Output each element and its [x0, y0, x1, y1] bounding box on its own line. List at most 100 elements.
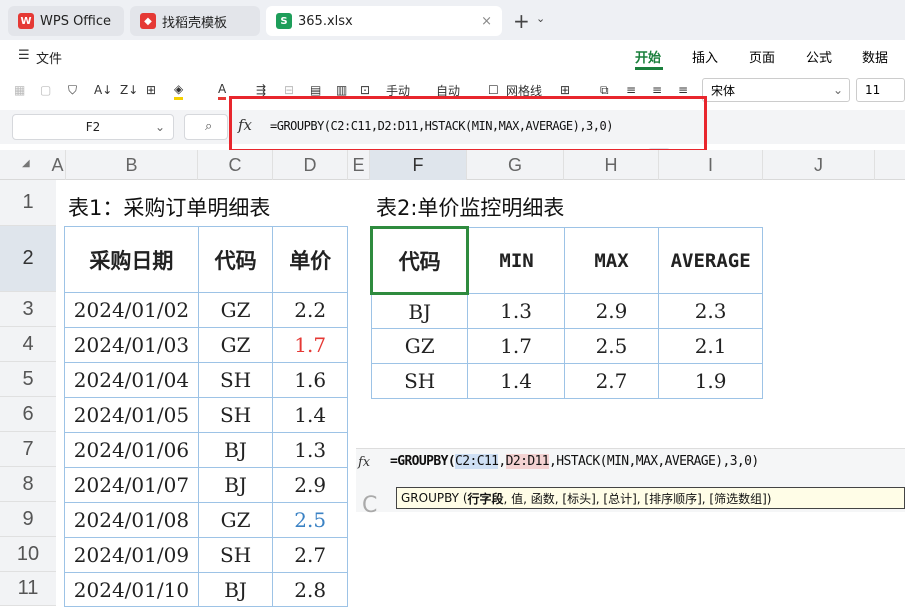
col-header-G[interactable]: G — [467, 150, 564, 180]
table-cell[interactable]: SH — [370, 363, 469, 399]
table2-header-min[interactable]: MIN — [467, 227, 565, 294]
col-header-C[interactable]: C — [198, 150, 273, 180]
spreadsheet-icon: S — [276, 13, 292, 29]
formula-sep: , — [498, 454, 506, 469]
sort-asc-icon[interactable]: A↓ — [94, 80, 112, 100]
row-header-11[interactable]: 11 — [0, 572, 56, 606]
table-cell[interactable]: 2024/01/06 — [64, 432, 199, 468]
select-all-icon[interactable]: ◢ — [22, 158, 30, 169]
formula-input[interactable]: =GROUPBY(C2:C11,D2:D11,HSTACK(MIN,MAX,AV… — [270, 119, 613, 133]
table-cell[interactable]: GZ — [197, 327, 274, 363]
table-cell[interactable]: BJ — [370, 293, 469, 329]
font-color-icon[interactable]: A — [218, 80, 227, 100]
table-cell[interactable]: 1.4 — [272, 397, 348, 433]
table-cell[interactable]: GZ — [197, 292, 274, 328]
format-icon[interactable]: ▦ — [14, 80, 25, 100]
table-cell[interactable]: SH — [197, 537, 274, 573]
name-box[interactable]: F2 ⌄ — [12, 114, 174, 140]
ribbon-top: ☰ 文件 开始 插入 页面 公式 数据 — [0, 40, 905, 72]
tab-wps-office[interactable]: W WPS Office — [8, 6, 124, 36]
table2-header-max[interactable]: MAX — [563, 227, 660, 294]
row-header-5[interactable]: 5 — [0, 362, 56, 397]
table-cell[interactable]: SH — [197, 362, 274, 398]
tooltip-rest: , 值, 函数, [标头], [总计], [排序顺序], [筛选数组]) — [503, 491, 772, 506]
table-cell[interactable]: 1.6 — [272, 362, 348, 398]
file-menu[interactable]: 文件 — [36, 48, 62, 67]
table-cell[interactable]: BJ — [197, 467, 274, 503]
table-cell[interactable]: 2024/01/03 — [64, 327, 199, 363]
menu-icon[interactable]: ☰ — [18, 48, 30, 63]
tab-templates[interactable]: ◆ 找稻壳模板 — [130, 6, 260, 36]
col-header-H[interactable]: H — [564, 150, 659, 180]
ribbon-tab-formula[interactable]: 公式 — [806, 47, 832, 66]
table-cell[interactable]: 1.3 — [272, 432, 348, 468]
row-header-9[interactable]: 9 — [0, 502, 56, 537]
table1-header-date[interactable]: 采购日期 — [64, 226, 199, 293]
clear-icon[interactable]: ▢ — [40, 80, 51, 100]
table-cell[interactable]: 2.1 — [658, 328, 763, 364]
table-cell[interactable]: 2024/01/08 — [64, 502, 199, 538]
table-cell[interactable]: 2.5 — [563, 328, 660, 364]
col-header-J[interactable]: J — [763, 150, 875, 180]
ribbon-tab-page[interactable]: 页面 — [749, 47, 775, 66]
col-header-E[interactable]: E — [348, 150, 370, 180]
font-size-select[interactable]: 11 — [856, 78, 905, 102]
row-header-2[interactable]: 2 — [0, 226, 56, 292]
table-cell[interactable]: 2024/01/04 — [64, 362, 199, 398]
row-header-3[interactable]: 3 — [0, 292, 56, 327]
table-cell[interactable]: BJ — [197, 432, 274, 468]
fx-icon[interactable]: fx — [238, 116, 252, 134]
row-header-1[interactable]: 1 — [0, 180, 56, 226]
table-cell[interactable]: 2024/01/05 — [64, 397, 199, 433]
table-cell[interactable]: 2.5 — [272, 502, 348, 538]
table-cell[interactable]: 2024/01/07 — [64, 467, 199, 503]
table-cell[interactable]: 2.7 — [272, 537, 348, 573]
table-cell[interactable]: 2.8 — [272, 572, 348, 607]
row-header-7[interactable]: 7 — [0, 432, 56, 467]
row-header-10[interactable]: 10 — [0, 537, 56, 572]
table-cell[interactable]: 2024/01/09 — [64, 537, 199, 573]
table-cell[interactable]: 1.9 — [658, 363, 763, 399]
border-icon[interactable]: ⊞ — [146, 80, 156, 100]
table1-header-price[interactable]: 单价 — [272, 226, 348, 293]
table2-header-average[interactable]: AVERAGE — [658, 227, 763, 294]
row-header-4[interactable]: 4 — [0, 327, 56, 362]
col-header-F[interactable]: F — [370, 150, 467, 180]
table1-header-code[interactable]: 代码 — [197, 226, 274, 293]
filter-icon[interactable]: ⛉ — [68, 80, 77, 100]
formula-text[interactable]: =GROUPBY(C2:C11,D2:D11,HSTACK(MIN,MAX,AV… — [390, 454, 759, 469]
tab-365-xlsx[interactable]: S 365.xlsx × — [266, 6, 502, 36]
fill-color-icon[interactable]: ◈ — [174, 80, 184, 100]
col-header-I[interactable]: I — [659, 150, 763, 180]
table-cell[interactable]: GZ — [197, 502, 274, 538]
row-header-8[interactable]: 8 — [0, 467, 56, 502]
col-header-D[interactable]: D — [273, 150, 348, 180]
table-cell[interactable]: 1.7 — [467, 328, 565, 364]
table-cell[interactable]: 2.9 — [563, 293, 660, 329]
table-cell[interactable]: BJ — [197, 572, 274, 607]
table-cell[interactable]: 1.3 — [467, 293, 565, 329]
table-cell[interactable]: 2024/01/02 — [64, 292, 199, 328]
table-cell[interactable]: 2.3 — [658, 293, 763, 329]
sort-desc-icon[interactable]: Z↓ — [120, 80, 138, 100]
ribbon-tab-home[interactable]: 开始 — [635, 47, 661, 66]
zoom-box[interactable]: ⌕ — [184, 114, 228, 140]
table-cell[interactable]: 2024/01/10 — [64, 572, 199, 607]
col-header-B[interactable]: B — [66, 150, 198, 180]
col-header-A[interactable]: A — [50, 150, 66, 180]
table-cell[interactable]: GZ — [370, 328, 469, 364]
table-cell[interactable]: SH — [197, 397, 274, 433]
table-cell[interactable]: 2.2 — [272, 292, 348, 328]
row-header-6[interactable]: 6 — [0, 397, 56, 432]
table2-header-code[interactable]: 代码 — [369, 226, 470, 295]
table-cell[interactable]: 2.9 — [272, 467, 348, 503]
table-cell[interactable]: 2.7 — [563, 363, 660, 399]
table-cell[interactable]: 1.4 — [467, 363, 565, 399]
chevron-down-icon[interactable]: ⌄ — [536, 12, 545, 25]
ribbon-tab-insert[interactable]: 插入 — [692, 47, 718, 66]
font-family-select[interactable]: 宋体 ⌄ — [702, 78, 850, 102]
ribbon-tab-data[interactable]: 数据 — [862, 47, 888, 66]
new-tab-icon[interactable]: + — [513, 9, 530, 33]
close-icon[interactable]: × — [481, 14, 492, 29]
table-cell[interactable]: 1.7 — [272, 327, 348, 363]
